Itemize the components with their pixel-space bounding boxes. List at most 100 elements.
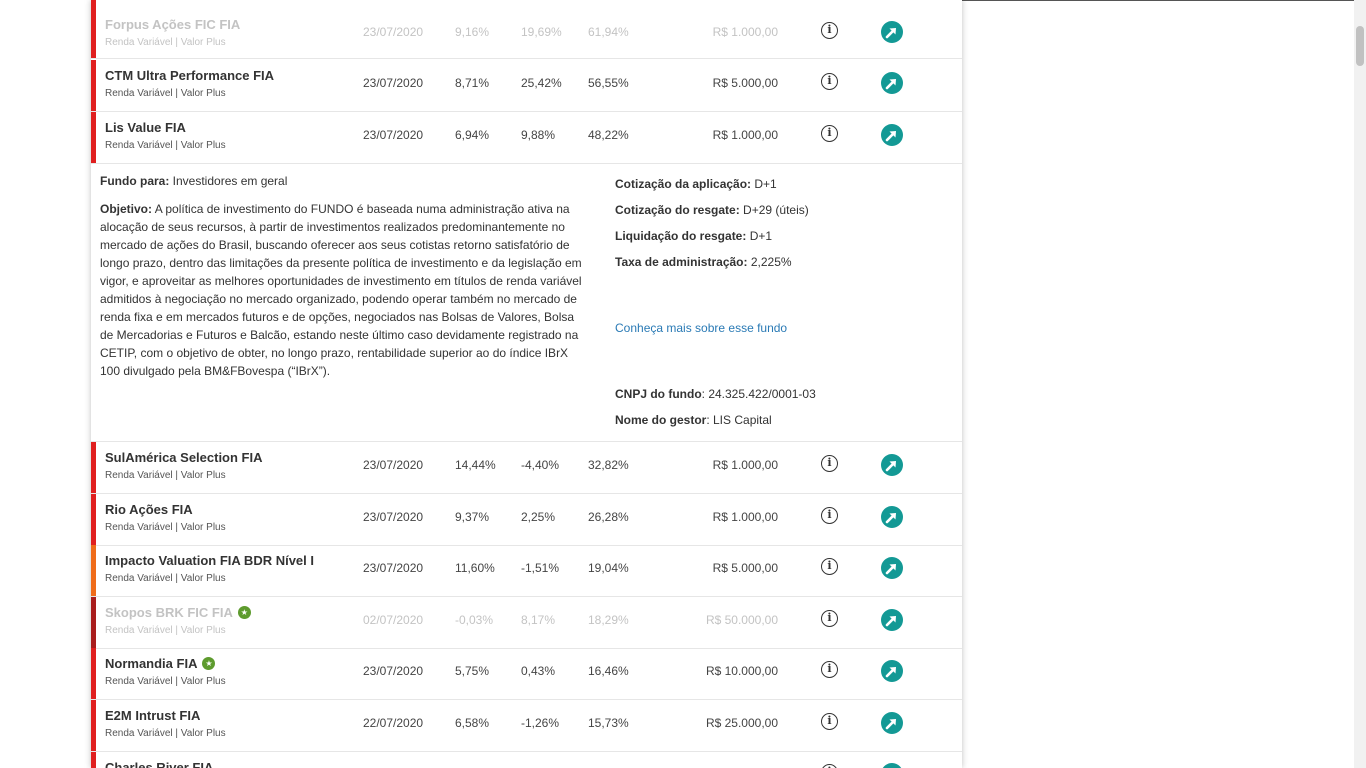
info-icon[interactable]: i [821,125,838,142]
fund-return-12m: 61,94% [588,25,629,39]
info-icon[interactable]: i [821,764,838,768]
fund-name[interactable]: Charles River FIA [105,760,213,768]
fund-return-month: 11,60% [455,561,495,575]
fund-return-month: 14,44% [455,458,496,472]
fund-name-text[interactable]: Skopos BRK FIC FIA [105,605,233,620]
fund-min-investment: R$ 1.000,00 [712,25,778,39]
fund-category: Renda Variável | Valor Plus [105,522,226,533]
liquidacao-resgate: Liquidação do resgate: D+1 [615,229,773,243]
fund-name[interactable]: E2M Intrust FIA [105,708,200,723]
top-border [962,0,1354,1]
arrow-up-right-icon[interactable] [881,21,903,43]
fund-name-text[interactable]: Rio Ações FIA [105,502,193,517]
fund-return-12m: 16,46% [588,664,629,678]
fund-category: Renda Variável | Valor Plus [105,140,226,151]
info-icon[interactable]: i [821,507,838,524]
arrow-up-right-icon[interactable] [881,660,903,682]
fund-category: Renda Variável | Valor Plus [105,676,226,687]
fund-list-panel: Forpus Ações FIC FIA Renda Variável | Val… [91,0,962,768]
fund-status-stripe [91,442,96,493]
fund-date: 23/07/2020 [363,561,424,575]
info-icon[interactable]: i [821,22,838,39]
arrow-up-right-icon[interactable] [881,712,903,734]
fund-date: 23/07/2020 [363,510,424,524]
fund-name-text[interactable]: Charles River FIA [105,760,213,768]
fund-status-stripe [91,112,96,163]
fund-name[interactable]: Forpus Ações FIC FIA [105,17,240,32]
fund-name-text[interactable]: Forpus Ações FIC FIA [105,17,240,32]
info-icon[interactable]: i [821,713,838,730]
fund-row[interactable]: SulAmérica Selection FIA Renda Variável |… [91,442,962,494]
arrow-up-right-icon[interactable] [881,124,903,146]
fund-return-year: 8,17% [521,613,556,627]
fund-status-stripe [91,494,96,545]
scrollbar-thumb[interactable] [1356,26,1364,66]
fund-name[interactable]: Rio Ações FIA [105,502,193,517]
fund-name[interactable]: Impacto Valuation FIA BDR Nível I [105,553,314,568]
fund-name-text[interactable]: Lis Value FIA [105,120,186,135]
fund-category: Renda Variável | Valor Plus [105,88,226,99]
fund-row[interactable]: CTM Ultra Performance FIA Renda Variável … [91,60,962,112]
fund-min-investment: R$ 10.000,00 [705,664,778,678]
fund-return-month: 8,71% [455,76,490,90]
arrow-up-right-icon[interactable] [881,506,903,528]
star-badge-icon: ★ [237,606,251,619]
fund-status-stripe [91,597,96,648]
fund-return-year: -1,26% [521,716,560,730]
fund-return-12m: 26,28% [588,510,629,524]
fund-status-stripe [91,752,96,768]
fund-name-text[interactable]: Impacto Valuation FIA BDR Nível I [105,553,314,568]
fund-category: Renda Variável | Valor Plus [105,37,226,48]
cotizacao-aplicacao: Cotização da aplicação: D+1 [615,177,777,191]
fund-date: 23/07/2020 [363,664,424,678]
fund-date: 02/07/2020 [363,613,424,627]
fund-more-link[interactable]: Conheça mais sobre esse fundo [615,321,787,335]
arrow-up-right-icon[interactable] [881,72,903,94]
fund-row[interactable]: Charles River FIA i [91,752,962,768]
fund-min-investment: R$ 5.000,00 [712,561,778,575]
fund-return-year: 19,69% [521,25,562,39]
fund-min-investment: R$ 5.000,00 [712,76,778,90]
fund-date: 23/07/2020 [363,25,424,39]
fund-row[interactable]: Rio Ações FIA Renda Variável | Valor Plus… [91,494,962,546]
fund-row[interactable]: Normandia FIA ★ Renda Variável | Valor Plu… [91,648,962,700]
fundo-para: Fundo para: Investidores em geral [100,174,288,188]
star-badge-icon: ★ [202,657,216,670]
info-icon[interactable]: i [821,558,838,575]
fund-row[interactable]: Skopos BRK FIC FIA ★ Renda Variável | Valo… [91,597,962,649]
fund-name-text[interactable]: SulAmérica Selection FIA [105,450,263,465]
fund-row[interactable]: Lis Value FIA Renda Variável | Valor Plus… [91,112,962,164]
fund-return-year: 2,25% [521,510,556,524]
gestor: Nome do gestor: LIS Capital [615,413,772,427]
arrow-up-right-icon[interactable] [881,763,903,768]
info-icon[interactable]: i [821,610,838,627]
fund-name-text[interactable]: Normandia FIA [105,656,197,671]
fund-return-year: 25,42% [521,76,562,90]
fund-return-12m: 19,04% [588,561,629,575]
arrow-up-right-icon[interactable] [881,609,903,631]
fund-min-investment: R$ 1.000,00 [712,510,778,524]
fund-row[interactable]: Forpus Ações FIC FIA Renda Variável | Val… [91,0,962,59]
fund-row[interactable]: Impacto Valuation FIA BDR Nível I Renda V… [91,545,962,597]
fund-name[interactable]: Lis Value FIA [105,120,186,135]
arrow-up-right-icon[interactable] [881,454,903,476]
arrow-up-right-icon[interactable] [881,557,903,579]
fund-min-investment: R$ 50.000,00 [705,613,778,627]
fund-name[interactable]: CTM Ultra Performance FIA [105,68,274,83]
fund-row[interactable]: E2M Intrust FIA Renda Variável | Valor Pl… [91,700,962,752]
fund-name[interactable]: Normandia FIA ★ [105,656,216,671]
fund-name-text[interactable]: E2M Intrust FIA [105,708,200,723]
fund-name[interactable]: SulAmérica Selection FIA [105,450,263,465]
fund-category: Renda Variável | Valor Plus [105,728,226,739]
scrollbar[interactable] [1354,0,1366,768]
fund-category: Renda Variável | Valor Plus [105,470,226,481]
fund-return-year: -1,51% [521,561,560,575]
cotizacao-resgate: Cotização do resgate: D+29 (úteis) [615,203,809,217]
info-icon[interactable]: i [821,455,838,472]
info-icon[interactable]: i [821,73,838,90]
fund-return-month: -0,03% [455,613,494,627]
info-icon[interactable]: i [821,661,838,678]
fund-name[interactable]: Skopos BRK FIC FIA ★ [105,605,251,620]
fund-return-month: 6,58% [455,716,490,730]
fund-name-text[interactable]: CTM Ultra Performance FIA [105,68,274,83]
